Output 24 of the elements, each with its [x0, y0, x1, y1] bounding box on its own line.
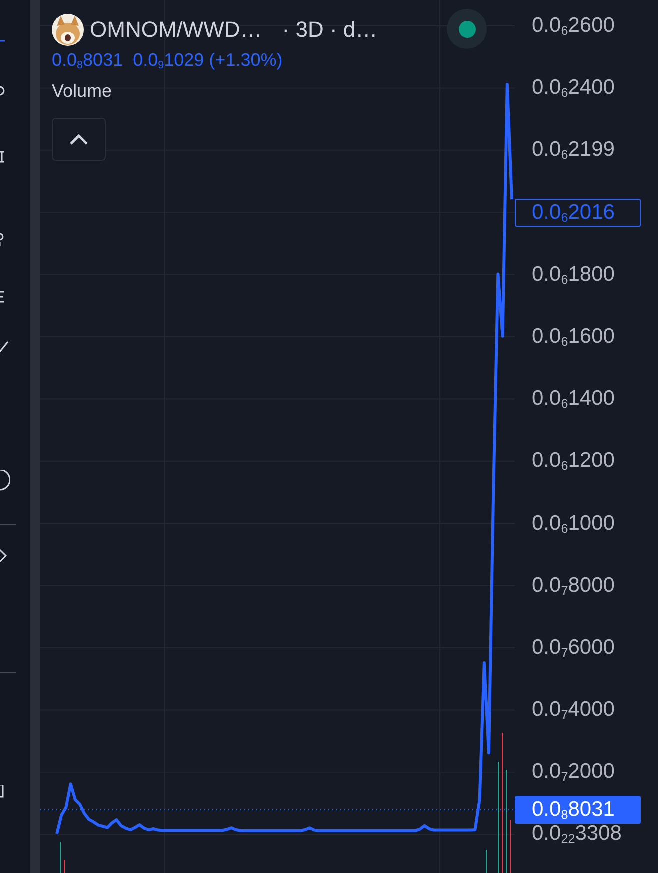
price-axis-label: 0.0$_{7}$6000 — [532, 636, 615, 660]
symbol-title[interactable]: OMNOM/WWD… — [90, 17, 262, 43]
interval-text[interactable]: · 3D · d… — [282, 17, 378, 43]
price-axis-label: 0.0$_{6}$2199 — [532, 138, 615, 162]
chevron-up-icon — [68, 132, 90, 146]
price-axis-label: 0.0$_{6}$2400 — [532, 76, 615, 100]
indicator-label[interactable]: Volume — [52, 81, 378, 102]
price-value: 0.0$_{8}$8031 — [52, 50, 124, 71]
current-price-label: 0.0$_{8}$8031 — [515, 796, 641, 824]
price-axis-label: 0.0$_{7}$4000 — [532, 698, 615, 722]
last-value-label: 0.0$_{6}$2016 — [515, 198, 641, 227]
price-axis-label: 0.0$_{22}$3308 — [532, 822, 622, 846]
price-axis-label: 0.0$_{6}$1000 — [532, 512, 615, 536]
price-axis-label: 0.0$_{6}$1800 — [532, 262, 615, 287]
price-axis-label: 0.0$_{7}$8000 — [532, 574, 615, 598]
collapse-button[interactable] — [52, 118, 106, 161]
price-axis-label: 0.0$_{6}$1600 — [532, 324, 615, 349]
toolbar-icon[interactable] — [0, 470, 10, 492]
price-axis-label: 0.0$_{6}$1200 — [532, 449, 615, 474]
price-axis-label: 0.0$_{7}$2000 — [532, 760, 615, 784]
price-axis-label: 0.0$_{6}$1400 — [532, 387, 615, 412]
price-axis-label: 0.0$_{6}$2600 — [532, 14, 615, 38]
price-value: 0.0$_{9}$1029 (+1.30%) — [133, 50, 283, 71]
status-indicator[interactable] — [447, 9, 487, 49]
